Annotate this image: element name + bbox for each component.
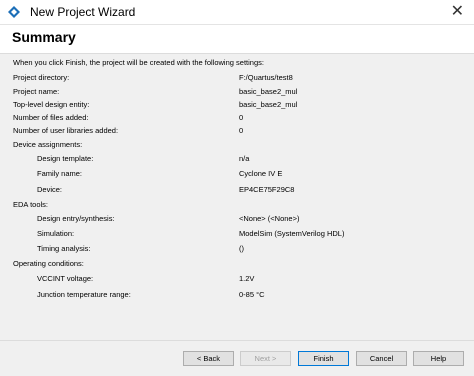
- value-libraries-added: 0: [239, 126, 244, 135]
- label-family-name: Family name:: [37, 169, 83, 178]
- row-family-name: Family name: Cyclone IV E: [0, 169, 474, 181]
- section-operating-conditions: Operating conditions:: [0, 259, 474, 271]
- row-top-level-entity: Top-level design entity: basic_base2_mul: [0, 100, 474, 112]
- close-icon[interactable]: ✕: [451, 2, 464, 22]
- page-header: Summary: [0, 25, 474, 53]
- finish-button[interactable]: Finish: [298, 351, 349, 366]
- label-libraries-added: Number of user libraries added:: [13, 126, 119, 135]
- label-eda-tools: EDA tools:: [13, 200, 49, 209]
- label-operating-conditions: Operating conditions:: [13, 259, 84, 268]
- help-button[interactable]: Help: [413, 351, 464, 366]
- label-project-name: Project name:: [13, 87, 60, 96]
- window-title: New Project Wizard: [30, 5, 136, 19]
- row-vccint: VCCINT voltage: 1.2V: [0, 274, 474, 286]
- label-device: Device:: [37, 185, 63, 194]
- button-bar: < Back Next > Finish Cancel Help: [0, 340, 474, 376]
- section-eda-tools: EDA tools:: [0, 200, 474, 212]
- label-design-entry: Design entry/synthesis:: [37, 214, 115, 223]
- section-device-assignments: Device assignments:: [0, 140, 474, 152]
- cancel-button[interactable]: Cancel: [356, 351, 407, 366]
- row-timing-analysis: Timing analysis: (): [0, 244, 474, 256]
- quartus-app-icon: [8, 6, 20, 18]
- value-simulation: ModelSim (SystemVerilog HDL): [239, 229, 345, 238]
- next-button[interactable]: Next >: [240, 351, 291, 366]
- label-vccint: VCCINT voltage:: [37, 274, 94, 283]
- back-button[interactable]: < Back: [183, 351, 234, 366]
- value-timing-analysis: (): [239, 244, 244, 253]
- label-simulation: Simulation:: [37, 229, 75, 238]
- value-family-name: Cyclone IV E: [239, 169, 283, 178]
- row-design-template: Design template: n/a: [0, 154, 474, 166]
- value-design-entry: <None> (<None>): [239, 214, 300, 223]
- title-bar: New Project Wizard ✕: [0, 0, 474, 25]
- value-top-level-entity: basic_base2_mul: [239, 100, 298, 109]
- value-junction-temperature: 0-85 °C: [239, 290, 265, 299]
- row-junction-temperature: Junction temperature range: 0-85 °C: [0, 290, 474, 302]
- page-title: Summary: [12, 29, 76, 45]
- row-project-directory: Project directory: F:/Quartus/test8: [0, 73, 474, 85]
- label-project-directory: Project directory:: [13, 73, 70, 82]
- row-files-added: Number of files added: 0: [0, 113, 474, 125]
- row-design-entry: Design entry/synthesis: <None> (<None>): [0, 214, 474, 226]
- value-device: EP4CE75F29C8: [239, 185, 295, 194]
- value-project-name: basic_base2_mul: [239, 87, 298, 96]
- value-files-added: 0: [239, 113, 244, 122]
- row-device: Device: EP4CE75F29C8: [0, 185, 474, 197]
- label-timing-analysis: Timing analysis:: [37, 244, 91, 253]
- row-project-name: Project name: basic_base2_mul: [0, 87, 474, 99]
- value-design-template: n/a: [239, 154, 250, 163]
- summary-panel: When you click Finish, the project will …: [0, 53, 474, 341]
- value-project-directory: F:/Quartus/test8: [239, 73, 293, 82]
- label-device-assignments: Device assignments:: [13, 140, 83, 149]
- row-simulation: Simulation: ModelSim (SystemVerilog HDL): [0, 229, 474, 241]
- label-design-template: Design template:: [37, 154, 94, 163]
- intro-text: When you click Finish, the project will …: [13, 58, 264, 67]
- label-files-added: Number of files added:: [13, 113, 89, 122]
- label-top-level-entity: Top-level design entity:: [13, 100, 90, 109]
- value-vccint: 1.2V: [239, 274, 255, 283]
- row-libraries-added: Number of user libraries added: 0: [0, 126, 474, 138]
- label-junction-temperature: Junction temperature range:: [37, 290, 131, 299]
